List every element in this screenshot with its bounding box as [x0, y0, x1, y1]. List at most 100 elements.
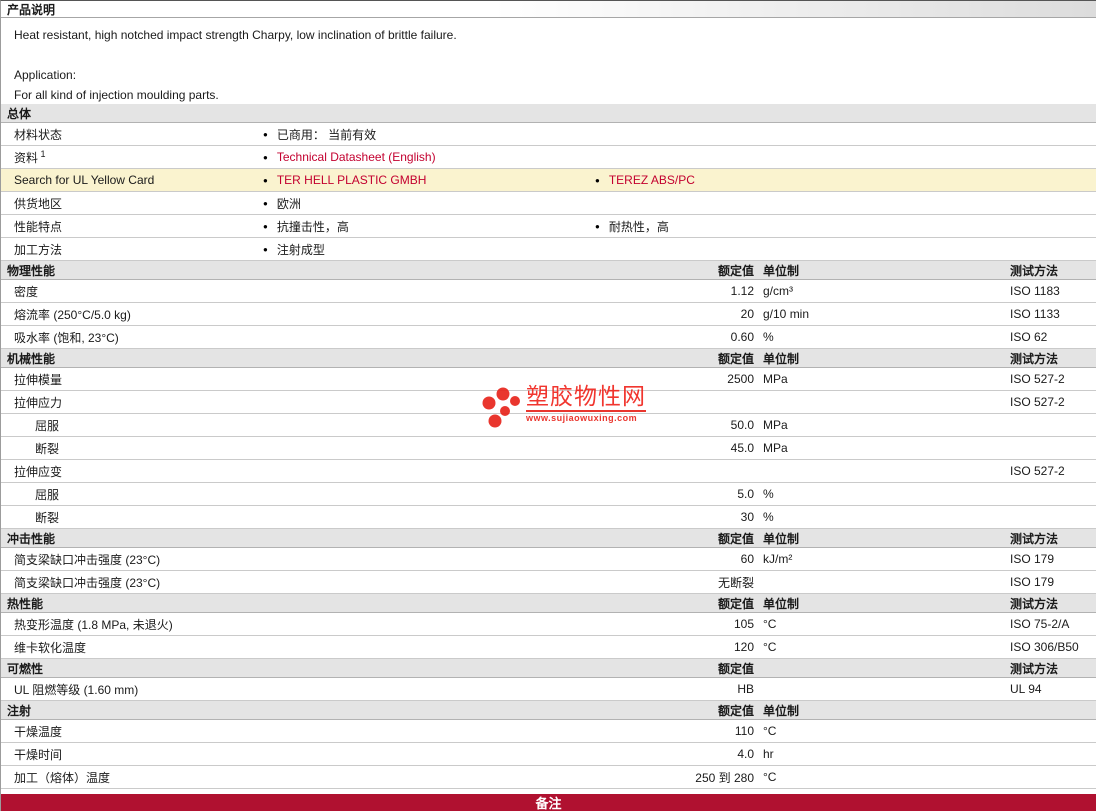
- property-name: UL 阻燃等级 (1.60 mm): [14, 682, 139, 697]
- property-name: 拉伸模量: [14, 372, 63, 387]
- property-unit: °C: [763, 724, 777, 738]
- property-name: 断裂: [35, 510, 60, 525]
- column-header-unit: 单位制: [763, 351, 800, 366]
- product-description-title: 产品说明: [7, 2, 56, 17]
- general-row-value-cell: ● Technical Datasheet (English): [249, 150, 581, 164]
- column-header-unit: 单位制: [763, 263, 800, 278]
- property-rated-value: 105: [733, 617, 754, 631]
- property-unit: %: [763, 330, 774, 344]
- property-unit: MPa: [763, 372, 788, 386]
- remarks-bar: 备注: [1, 794, 1096, 811]
- description-line: [14, 45, 1096, 65]
- column-header-unit: 单位制: [763, 703, 800, 718]
- description-line: Application:: [14, 68, 77, 82]
- column-header-test-method: 测试方法: [1010, 531, 1059, 546]
- general-row-label: 加工方法: [1, 241, 249, 258]
- property-unit: MPa: [763, 441, 788, 455]
- general-row-value-cell: ● 注射成型: [249, 241, 581, 258]
- property-name: 热变形温度 (1.8 MPa, 未退火): [14, 617, 173, 632]
- property-row: 干燥温度 110 °C: [1, 720, 1096, 743]
- section-header-bar: 冲击性能 额定值 单位制 测试方法: [1, 529, 1096, 548]
- property-row: 断裂 30%: [1, 506, 1096, 529]
- section-title: 总体: [7, 106, 32, 121]
- property-name: 加工（熔体）温度: [14, 770, 111, 785]
- datasheet-link[interactable]: Technical Datasheet (English): [277, 150, 436, 164]
- column-header-test-method: 测试方法: [1010, 661, 1059, 676]
- general-value-text: 欧洲: [276, 196, 301, 211]
- property-unit: g/cm³: [763, 284, 793, 298]
- column-header-test-method: 测试方法: [1010, 263, 1059, 278]
- bullet-icon: ●: [263, 198, 268, 208]
- property-test-method: ISO 1183: [1010, 284, 1060, 298]
- section-title: 注射: [7, 703, 32, 718]
- property-test-method: ISO 179: [1010, 575, 1055, 589]
- general-value-text: 耐热性，高: [608, 219, 669, 234]
- section-header-bar: 机械性能 额定值 单位制 测试方法: [1, 349, 1096, 368]
- property-rated-value: 120: [733, 640, 754, 654]
- property-rated-value: HB: [737, 682, 754, 696]
- property-test-method: ISO 527-2: [1010, 372, 1065, 386]
- property-name: 熔流率 (250°C/5.0 kg): [14, 307, 131, 322]
- general-row-label: 供货地区: [1, 195, 249, 212]
- property-unit: MPa: [763, 418, 788, 432]
- property-unit: °C: [763, 640, 777, 654]
- property-row: 拉伸模量 2500 MPa ISO 527-2: [1, 368, 1096, 391]
- general-row-value-cell: ● 耐热性，高: [581, 218, 1096, 235]
- general-row-value-cell: ● 欧洲: [249, 195, 581, 212]
- general-row-label-text: 加工方法: [14, 242, 63, 257]
- general-value-text: 抗撞击性，高: [276, 219, 349, 234]
- datasheet-link[interactable]: TER HELL PLASTIC GMBH: [277, 173, 427, 187]
- general-row: 性能特点 ● 抗撞击性，高 ● 耐热性，高: [1, 215, 1096, 238]
- property-test-method: ISO 306/B50: [1010, 640, 1079, 654]
- general-row-value-cell: ● TEREZ ABS/PC: [581, 173, 1096, 187]
- property-row: 维卡软化温度 120 °C ISO 306/B50: [1, 636, 1096, 659]
- property-name: 屈服: [35, 487, 60, 502]
- property-unit: hr: [763, 747, 774, 761]
- remarks-label: 备注: [535, 796, 562, 811]
- property-row: 熔流率 (250°C/5.0 kg) 20 g/10 min ISO 1133: [1, 303, 1096, 326]
- property-name: 简支梁缺口冲击强度 (23°C): [14, 552, 161, 567]
- property-rated-value: 5.0: [737, 487, 754, 501]
- property-rated-value: 250 到 280: [695, 770, 754, 785]
- property-name: 密度: [14, 284, 39, 299]
- section-header-bar: 注射 额定值 单位制: [1, 701, 1096, 720]
- general-row-label-text: Search for UL Yellow Card: [14, 173, 155, 187]
- property-test-method: ISO 527-2: [1010, 464, 1065, 478]
- column-header-test-method: 测试方法: [1010, 596, 1059, 611]
- property-row: 密度 1.12 g/cm³ ISO 1183: [1, 280, 1096, 303]
- property-name: 拉伸应力: [14, 395, 63, 410]
- section-header-bar: 物理性能 额定值 单位制 测试方法: [1, 261, 1096, 280]
- property-rated-value: 2500: [727, 372, 754, 386]
- general-row-label-text: 性能特点: [14, 219, 63, 234]
- property-rated-value: 20: [740, 307, 754, 321]
- property-row: 屈服 5.0%: [1, 483, 1096, 506]
- column-header-test-method: 测试方法: [1010, 351, 1059, 366]
- property-unit: °C: [763, 770, 777, 784]
- property-rated-value: 30: [740, 510, 754, 524]
- description-line: Heat resistant, high notched impact stre…: [14, 28, 457, 42]
- property-test-method: ISO 75-2/A: [1010, 617, 1070, 631]
- column-header-rated-value: 额定值: [717, 263, 754, 278]
- property-sections: 物理性能 额定值 单位制 测试方法 密度 1.12 g/cm³ ISO 1183 熔流率 (25…: [1, 261, 1096, 789]
- property-rated-value: 无断裂: [717, 575, 754, 590]
- property-row: 吸水率 (饱和, 23°C) 0.60% ISO 62: [1, 326, 1096, 349]
- column-header-rated-value: 额定值: [717, 661, 754, 676]
- property-row: 拉伸应变 ISO 527-2: [1, 460, 1096, 483]
- general-row: 加工方法 ● 注射成型: [1, 238, 1096, 261]
- bullet-icon: ●: [595, 221, 600, 231]
- property-rated-value: 45.0: [730, 441, 754, 455]
- property-row: 加工（熔体）温度 250 到 280 °C: [1, 766, 1096, 789]
- section-title: 机械性能: [7, 351, 56, 366]
- property-rated-value: 0.60: [730, 330, 754, 344]
- property-row: 断裂 45.0 MPa: [1, 437, 1096, 460]
- bullet-icon: ●: [595, 175, 600, 185]
- bullet-icon: ●: [263, 129, 268, 139]
- datasheet-link[interactable]: TEREZ ABS/PC: [609, 173, 695, 187]
- property-rated-value: 1.12: [730, 284, 754, 298]
- general-row: Search for UL Yellow Card ● TER HELL PLAST…: [1, 169, 1096, 192]
- property-unit: g/10 min: [763, 307, 810, 321]
- property-test-method: ISO 527-2: [1010, 395, 1065, 409]
- property-name: 干燥时间: [14, 747, 63, 762]
- column-header-unit: 单位制: [763, 531, 800, 546]
- property-test-method: UL 94: [1010, 682, 1042, 696]
